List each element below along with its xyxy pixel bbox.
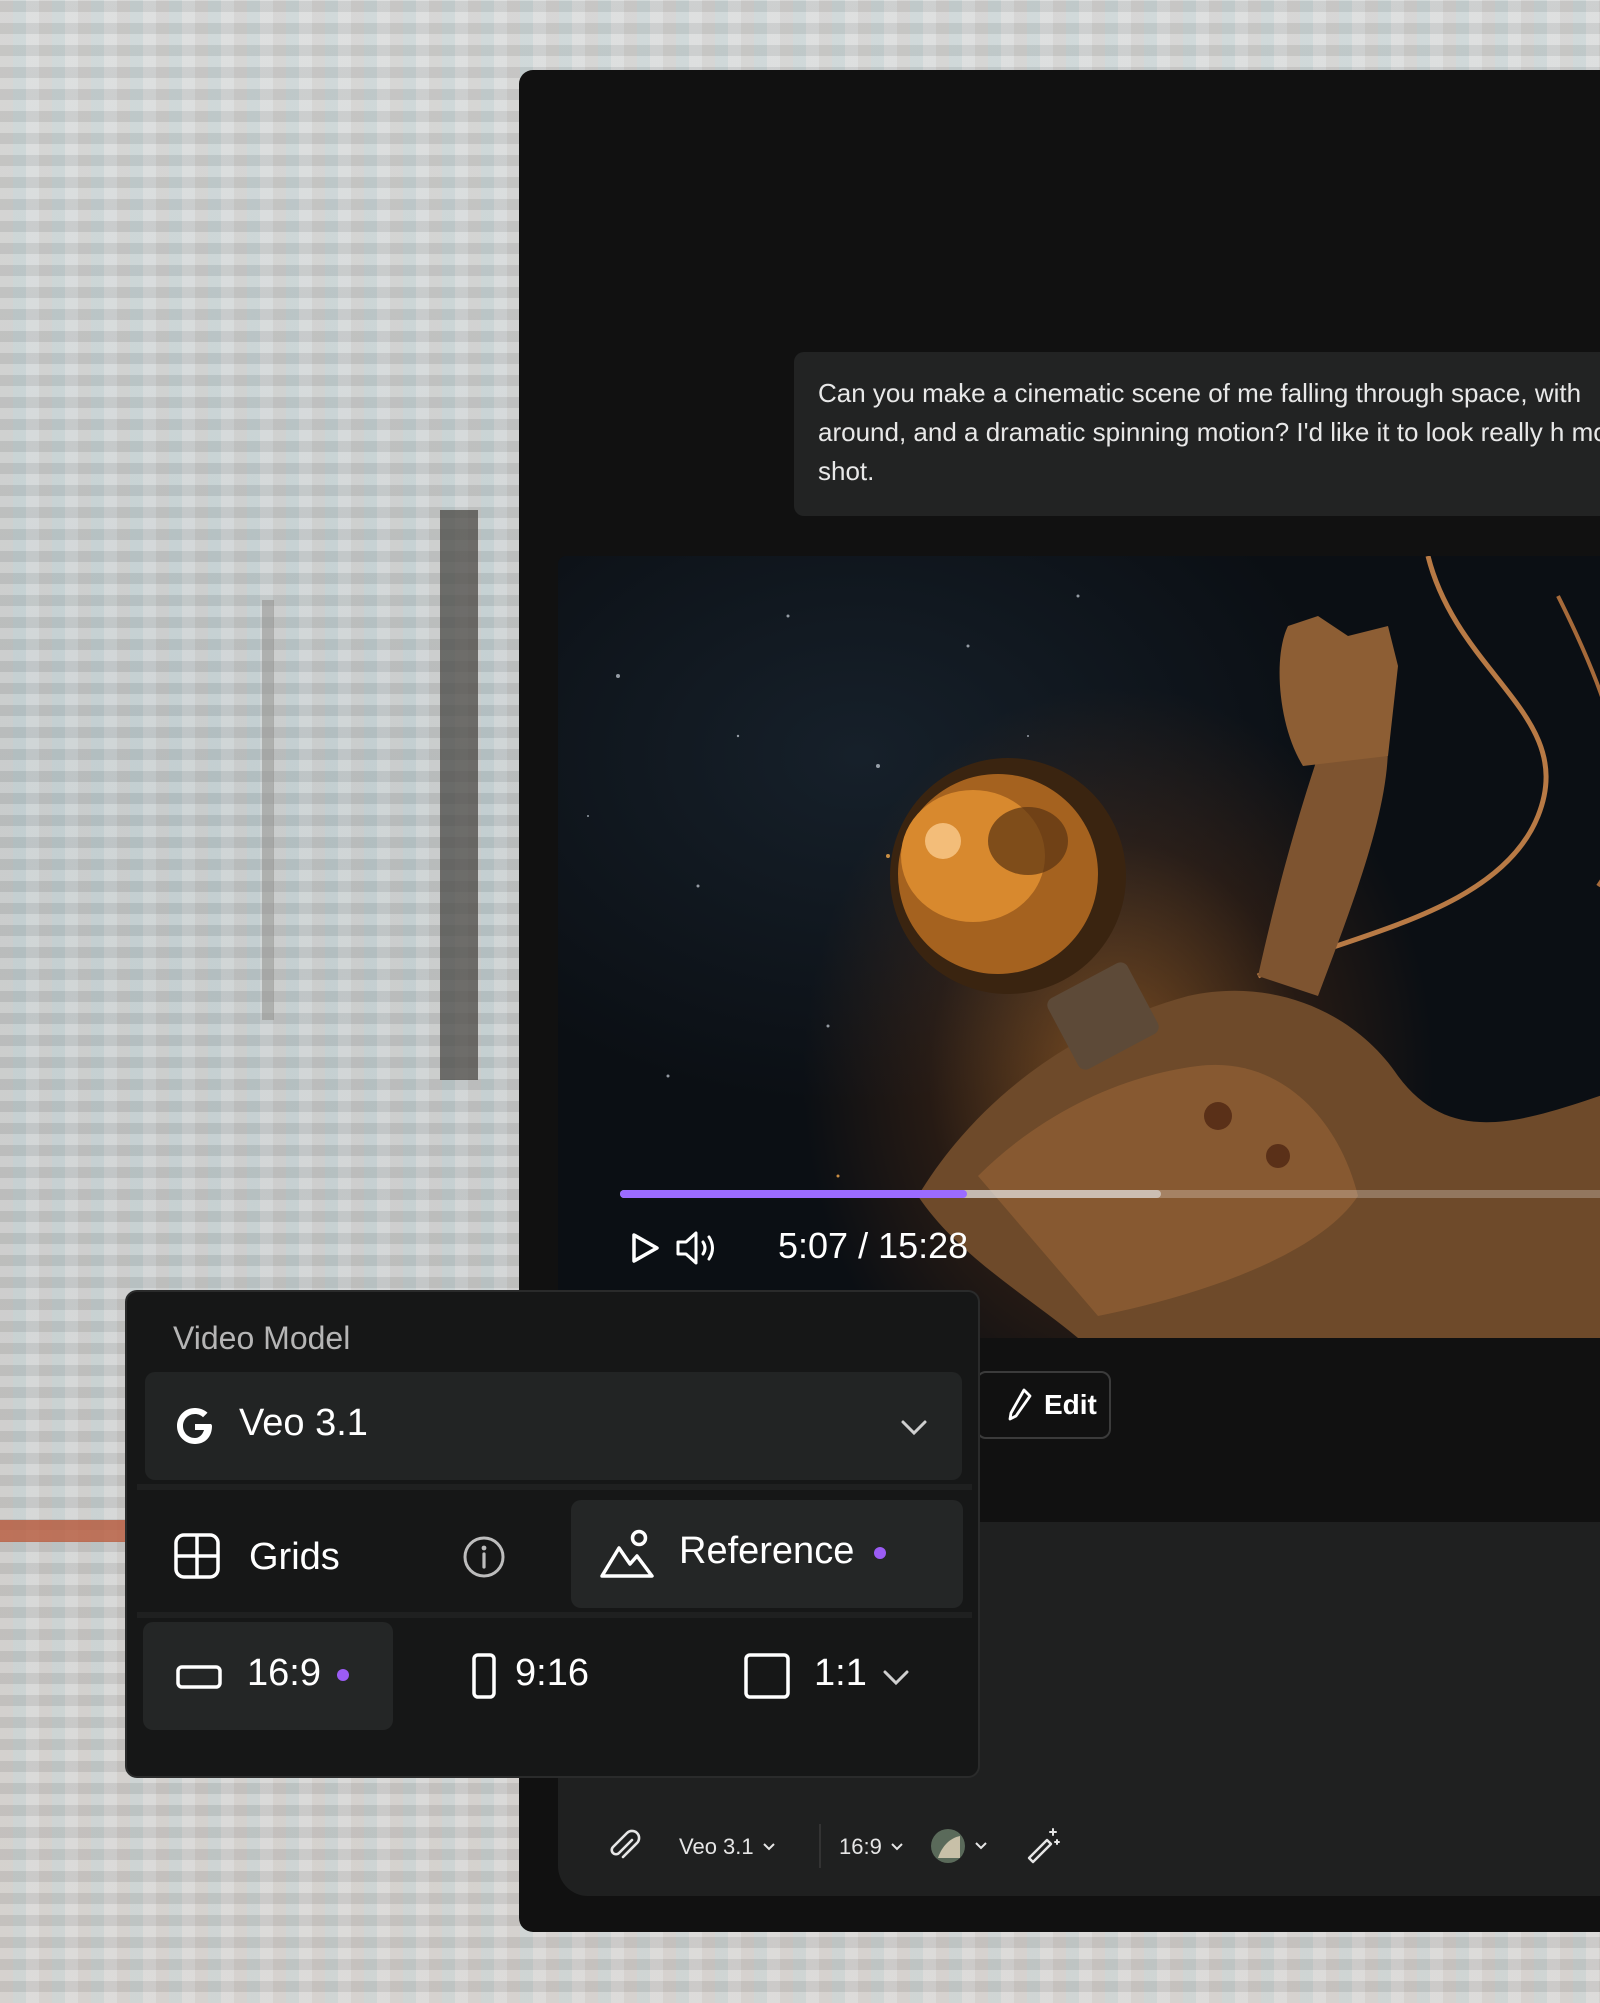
attach-button[interactable]: [606, 1828, 642, 1869]
reference-thumbnail: [931, 1829, 965, 1863]
chevron-down-icon: [891, 1843, 903, 1851]
reference-option[interactable]: Reference: [571, 1500, 963, 1608]
landscape-icon: [176, 1665, 222, 1689]
video-model-popover: Video Model Veo 3.1 Grids Reference 16:9…: [125, 1290, 980, 1778]
portrait-icon: [472, 1653, 496, 1699]
ratio-option-1-1[interactable]: 1:1: [742, 1622, 962, 1730]
model-select[interactable]: Veo 3.1: [145, 1372, 962, 1480]
magic-wand-icon: [1027, 1828, 1060, 1864]
edit-pen-icon: [1008, 1388, 1032, 1421]
volume-icon: [676, 1231, 714, 1265]
video-frame: [558, 556, 1600, 1338]
video-time: 5:07 / 15:28: [778, 1225, 969, 1266]
user-message-bubble: Can you make a cinematic scene of me fal…: [794, 352, 1600, 516]
square-icon: [744, 1653, 790, 1699]
chevron-down-icon: [975, 1842, 987, 1850]
image-mountain-icon: [600, 1529, 654, 1578]
composer-model-label: Veo 3.1: [679, 1834, 754, 1859]
edit-button[interactable]: Edit: [976, 1371, 1111, 1439]
reference-label: Reference: [679, 1530, 855, 1572]
edit-label: Edit: [1044, 1389, 1097, 1420]
reference-active-dot: [874, 1547, 886, 1559]
ratio-option-16-9[interactable]: 16:9: [143, 1622, 393, 1730]
composer-ratio-label: 16:9: [839, 1834, 882, 1859]
background-shape: [262, 600, 274, 1020]
ratio-option-9-16[interactable]: 9:16: [457, 1622, 617, 1730]
video-player[interactable]: 5:07 / 15:28: [558, 556, 1600, 1338]
astronaut-image: [587, 556, 1600, 1338]
google-icon: [177, 1408, 212, 1444]
paperclip-icon: [610, 1829, 641, 1859]
grid-icon: [174, 1533, 220, 1579]
ratio-selected-dot: [337, 1669, 349, 1681]
ratio-label: 16:9: [247, 1652, 321, 1694]
chevron-down-icon: [762, 1843, 775, 1851]
composer-model-select[interactable]: Veo 3.1: [679, 1834, 776, 1860]
composer-ratio-select[interactable]: 16:9: [839, 1834, 904, 1860]
composer-reference-select[interactable]: [930, 1828, 988, 1864]
info-icon: [463, 1536, 505, 1578]
enhance-button[interactable]: [1023, 1826, 1061, 1869]
grids-info-button[interactable]: [461, 1534, 507, 1580]
video-progress-fill: [620, 1190, 967, 1198]
toolbar-divider: [819, 1824, 821, 1868]
user-message-text: Can you make a cinematic scene of me fal…: [818, 378, 1600, 486]
ratio-label: 1:1: [814, 1652, 867, 1694]
background-shape: [440, 510, 478, 1080]
grids-option[interactable]: Grids: [173, 1522, 473, 1592]
play-icon: [632, 1233, 659, 1263]
volume-button[interactable]: [674, 1228, 726, 1268]
chevron-down-icon[interactable]: [881, 1668, 911, 1688]
chevron-down-icon: [901, 1420, 927, 1436]
divider: [137, 1612, 972, 1618]
model-name: Veo 3.1: [239, 1402, 368, 1444]
background-shape: [0, 1520, 130, 1542]
ratio-label: 9:16: [515, 1652, 589, 1694]
play-button[interactable]: [624, 1228, 664, 1268]
video-progress-bar[interactable]: [620, 1190, 1600, 1198]
divider: [137, 1484, 972, 1490]
grids-label: Grids: [249, 1536, 340, 1578]
popover-title: Video Model: [173, 1320, 351, 1356]
